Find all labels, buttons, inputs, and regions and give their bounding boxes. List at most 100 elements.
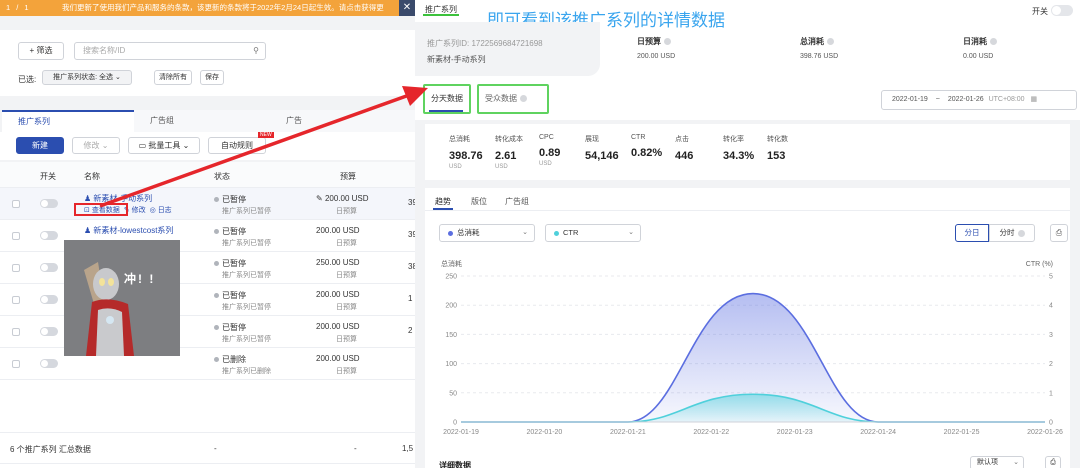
- info-icon[interactable]: [664, 38, 671, 46]
- y-tick-left: 200: [445, 303, 457, 310]
- summary-row: 6 个推广系列 汇总数据 - - 1,5: [0, 432, 415, 464]
- table-row[interactable]: ♟ 新素材-lowestcost系列 已暂停 推广系列已暂停 200.00 USD 日预…: [0, 220, 415, 252]
- edit-link[interactable]: 修改: [132, 207, 146, 214]
- row-checkbox[interactable]: [12, 232, 20, 240]
- kpi-item: CPC 0.89 USD: [539, 134, 560, 167]
- total-spend-label-text: 总消耗: [800, 37, 824, 46]
- date-end: 2022-01-26: [947, 96, 984, 103]
- status-label: 已暂停: [222, 259, 246, 268]
- tab-ad-groups[interactable]: 广告组: [134, 110, 270, 132]
- kpi-value: 34.3%: [723, 150, 755, 162]
- budget-value[interactable]: 200.00 USD: [316, 354, 360, 363]
- daily-tab-underline: [429, 110, 463, 112]
- save-filter-button[interactable]: 保存: [200, 70, 224, 85]
- kpi-item: 转化成本 2.61 USD: [495, 134, 523, 170]
- budget-value[interactable]: 200.00 USD: [316, 290, 360, 299]
- info-icon[interactable]: [827, 38, 834, 46]
- extra-value: 39: [408, 230, 415, 239]
- tab-audience-data-label: 受众数据: [485, 94, 517, 103]
- kpi-value: 0.82%: [631, 147, 663, 159]
- budget-value[interactable]: 250.00 USD: [316, 258, 360, 267]
- kpi-unit: USD: [449, 164, 462, 170]
- tab-campaigns[interactable]: 推广系列: [2, 110, 134, 132]
- row-switch-toggle[interactable]: [40, 295, 58, 304]
- status-text: 已暂停: [214, 322, 246, 333]
- budget-value[interactable]: 200.00 USD: [316, 322, 360, 331]
- kpi-value: 0.89: [539, 147, 561, 159]
- table-row[interactable]: 已删除 推广系列已删除 200.00 USD 日预算: [0, 348, 415, 380]
- auto-rules-button[interactable]: 自动规则: [208, 137, 266, 154]
- kpi-label: CTR: [631, 134, 646, 141]
- kpi-label: 总消耗: [449, 136, 470, 143]
- notice-pager[interactable]: 1 / 1: [6, 0, 31, 16]
- info-icon[interactable]: [990, 38, 997, 46]
- kpi-item: 转化数 153: [767, 134, 788, 164]
- row-checkbox[interactable]: [12, 360, 20, 368]
- detail-sort-select[interactable]: 默认项 ⌄: [970, 456, 1024, 468]
- y-tick-right: 4: [1049, 303, 1053, 310]
- search-icon[interactable]: ⚲: [253, 43, 259, 59]
- row-switch-toggle[interactable]: [40, 263, 58, 272]
- campaign-detail-panel: 推广系列 即可看到该推广系列的详情数据 开关 推广系列ID: 172256968…: [415, 0, 1080, 468]
- detail-sort-label: 默认项: [977, 459, 998, 466]
- table-row[interactable]: 已暂停 推广系列已暂停 250.00 USD 日预算 38: [0, 252, 415, 284]
- kpi-area: 总消耗 398.76 USD 转化成本 2.61 USD CPC 0.89 USD 展现 54,14…: [415, 120, 1080, 180]
- y-tick-right: 0: [1049, 420, 1053, 427]
- y-axis-label-right: CTR (%): [1026, 261, 1053, 268]
- status-filter-chip[interactable]: 推广系列状态: 全选 ⌄: [42, 70, 132, 85]
- row-checkbox[interactable]: [12, 296, 20, 304]
- edit-button-label: 修改: [83, 141, 100, 150]
- edit-button[interactable]: 修改 ⌄: [72, 137, 120, 154]
- status-label: 已暂停: [222, 291, 246, 300]
- daily-spend-label: 日消耗: [963, 36, 997, 47]
- kpi-value: 446: [675, 150, 694, 162]
- tab-audience-data[interactable]: 受众数据: [477, 84, 549, 114]
- status-label: 已删除: [222, 355, 246, 364]
- tab-ads[interactable]: 广告: [270, 110, 415, 132]
- budget-value[interactable]: ✎ 200.00 USD: [316, 194, 369, 203]
- clear-all-button[interactable]: 清除所有: [154, 70, 192, 85]
- header-switch: 开关: [40, 172, 56, 181]
- extra-value: 1: [408, 294, 413, 303]
- row-checkbox[interactable]: [12, 328, 20, 336]
- status-sub: 推广系列已暂停: [222, 336, 271, 343]
- notice-close-icon[interactable]: ✕: [399, 0, 415, 16]
- budget-text: 200.00 USD: [316, 290, 360, 299]
- kpi-value: 153: [767, 150, 786, 162]
- campaign-switch-toggle[interactable]: [1051, 5, 1073, 16]
- search-input[interactable]: 搜索名称/ID ⚲: [74, 42, 266, 60]
- x-tick-label: 2022-01-25: [944, 429, 980, 436]
- detail-export-icon[interactable]: ⎙: [1045, 456, 1061, 468]
- log-link[interactable]: 日志: [158, 207, 172, 214]
- row-switch-toggle[interactable]: [40, 199, 58, 208]
- tab-daily-data-label: 分天数据: [431, 94, 463, 103]
- row-switch-toggle[interactable]: [40, 359, 58, 368]
- row-checkbox[interactable]: [12, 200, 20, 208]
- kpi-value: 2.61: [495, 150, 517, 162]
- detail-data-title: 详细数据: [439, 461, 471, 468]
- summary-extra: 1,5: [402, 444, 414, 453]
- x-tick-label: 2022-01-22: [693, 429, 729, 436]
- total-spend-value: 398.76 USD: [800, 53, 839, 60]
- row-checkbox[interactable]: [12, 264, 20, 272]
- table-header-row: 开关 名称 状态 预算: [0, 162, 415, 188]
- create-campaign-button[interactable]: 新建: [16, 137, 64, 154]
- row-switch-toggle[interactable]: [40, 327, 58, 336]
- summary-status: -: [214, 444, 217, 453]
- campaign-name-link[interactable]: ♟ 新素材-lowestcost系列: [84, 225, 173, 236]
- new-badge: NEW: [258, 132, 274, 138]
- add-filter-button[interactable]: + 筛选: [18, 42, 64, 60]
- budget-value[interactable]: 200.00 USD: [316, 226, 360, 235]
- table-row[interactable]: 已暂停 推广系列已暂停 200.00 USD 日预算 2: [0, 316, 415, 348]
- campaign-name-text: 新素材-手动系列: [93, 194, 153, 203]
- budget-text: 200.00 USD: [324, 194, 369, 203]
- bulk-tools-button[interactable]: ▭ 批量工具 ⌄: [128, 137, 200, 154]
- table-row[interactable]: 已暂停 推广系列已暂停 200.00 USD 日预算 1: [0, 284, 415, 316]
- table-row[interactable]: ♟ 新素材-手动系列 ⊡ 查看数据 ✎ 修改 ◎ 日志 已暂停 推广系列已暂停 ✎ 200.…: [0, 188, 415, 220]
- row-switch-toggle[interactable]: [40, 231, 58, 240]
- x-tick-label: 2022-01-21: [610, 429, 646, 436]
- campaign-info-box: 推广系列ID: 1722569684721698 新素材-手动系列: [415, 22, 600, 76]
- campaign-name-text: 新素材-lowestcost系列: [93, 226, 174, 235]
- kpi-unit: USD: [539, 161, 552, 167]
- date-range-picker[interactable]: 2022-01-19 ~ 2022-01-26 UTC+08:00 ▦: [881, 90, 1077, 110]
